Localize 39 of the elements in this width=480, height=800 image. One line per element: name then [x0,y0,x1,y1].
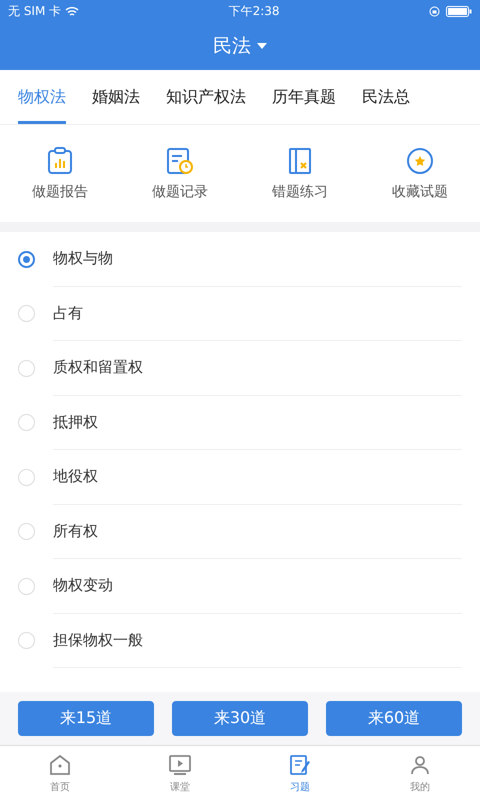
category-tab[interactable]: 婚姻法 [92,70,140,124]
nav-tab[interactable]: 课堂 [120,746,240,800]
chapter-label[interactable]: 地役权 [53,467,98,486]
chapter-label[interactable]: 抵押权 [53,412,98,432]
carrier-text: 无 SIM 卡 [8,2,62,20]
caret-icon[interactable] [257,43,267,49]
pencil-paper-icon [288,752,312,776]
home-icon [48,752,72,776]
nav-tab[interactable]: 我的 [360,746,480,800]
clock-text: 下午2:38 [228,2,280,20]
rotation-lock-icon [429,6,440,16]
chapter-label[interactable]: 占有 [53,304,83,323]
battery-icon [446,6,472,16]
category-tab[interactable]: 历年真题 [272,70,336,124]
book-cross-icon [288,146,312,174]
clipboard-chart-icon [47,146,73,174]
video-play-icon [168,752,192,776]
wifi-icon [65,6,80,16]
chapter-label[interactable]: 物权变动 [53,576,113,596]
document-clock-icon [166,146,194,174]
shortcut-button[interactable]: 做题记录 [120,146,240,202]
nav-tab[interactable]: 习题 [240,746,360,800]
nav-tab[interactable]: 首页 [0,746,120,800]
shortcut-button[interactable]: 错题练习 [240,146,360,202]
category-tab[interactable]: 物权法 [18,70,66,124]
chapter-label[interactable]: 所有权 [53,522,98,541]
header-title[interactable]: 民法 [213,33,251,59]
quiz-button[interactable]: 来30道 [172,701,308,736]
chapter-label[interactable]: 担保物权一般 [53,630,143,650]
quiz-button[interactable]: 来15道 [18,701,154,736]
shortcut-button[interactable]: 收藏试题 [360,146,480,202]
category-tab[interactable]: 民法总 [362,70,410,124]
quiz-button[interactable]: 来60道 [326,701,462,736]
radio-button[interactable] [18,250,35,268]
chapter-label[interactable]: 物权与物 [53,249,113,268]
shortcut-button[interactable]: 做题报告 [0,146,120,202]
chapter-label[interactable]: 质权和留置权 [53,358,143,378]
category-tab[interactable]: 知识产权法 [166,70,246,124]
star-circle-icon [406,146,434,174]
